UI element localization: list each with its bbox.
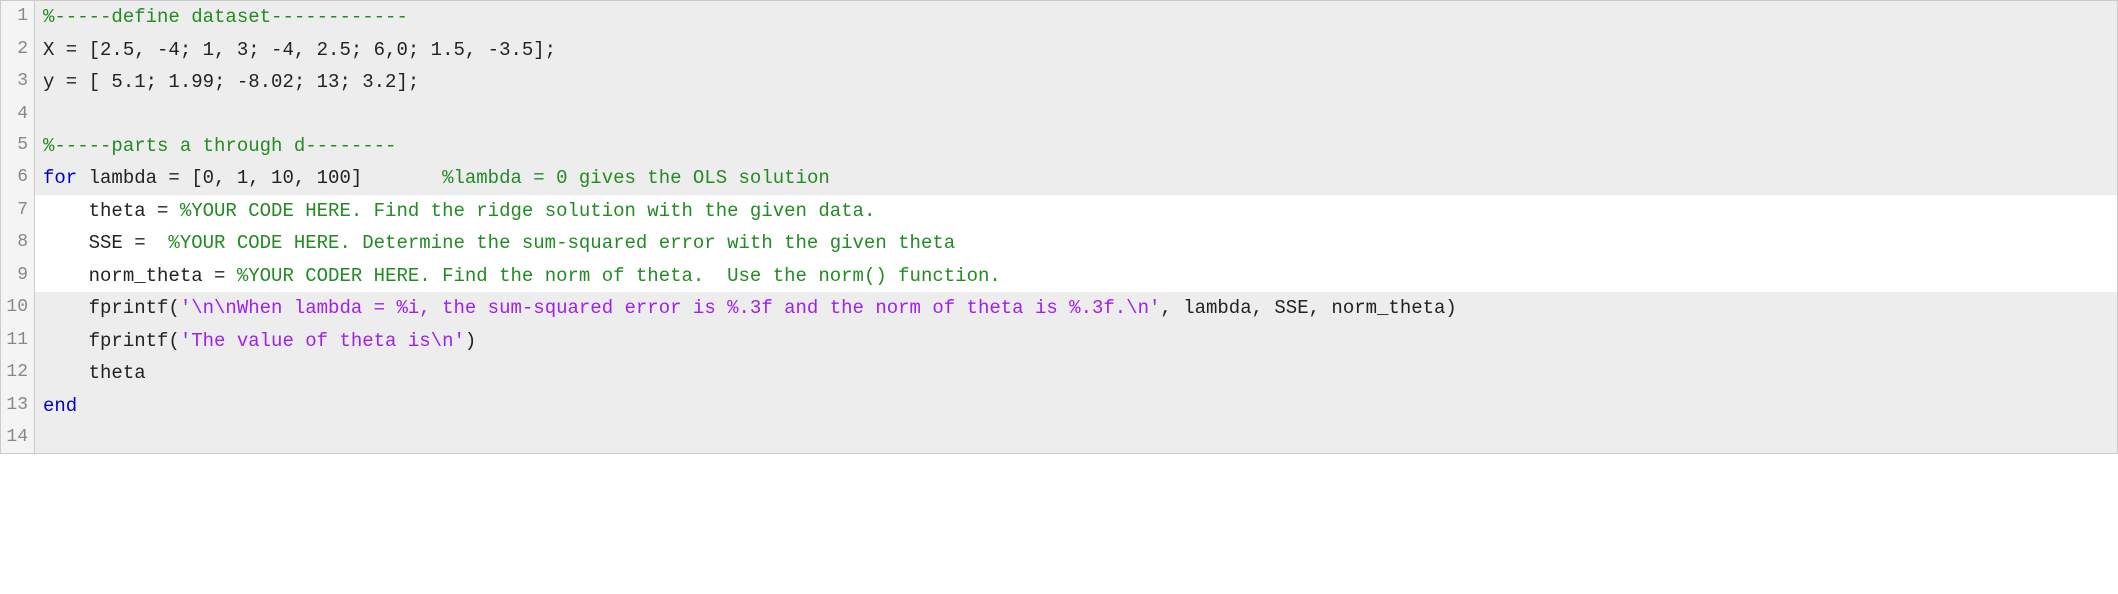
line-number: 11 [1,325,35,358]
code-line: 6for lambda = [0, 1, 10, 100] %lambda = … [1,162,2118,195]
code-content: y = [ 5.1; 1.99; -8.02; 13; 3.2]; [35,66,2118,99]
code-line: 13 end [1,390,2118,423]
code-line: 3 y = [ 5.1; 1.99; -8.02; 13; 3.2]; [1,66,2118,99]
line-number: 14 [1,422,35,454]
code-content: SSE = %YOUR CODE HERE. Determine the sum… [35,227,2118,260]
code-line: 4 [1,99,2118,130]
line-number: 13 [1,390,35,423]
line-number: 9 [1,260,35,293]
code-token: lambda = [0, 1, 10, 100] [89,167,442,189]
code-token: , lambda, SSE, norm_theta) [1160,297,1456,319]
line-number: 8 [1,227,35,260]
code-token: %YOUR CODE HERE. Determine the sum-squar… [168,232,955,254]
code-token: theta = [43,200,180,222]
code-content [35,422,2118,454]
code-token: for [43,167,89,189]
code-token: X = [2.5, -4; 1, 3; -4, 2.5; 6,0; 1.5, -… [43,39,556,61]
code-content: for lambda = [0, 1, 10, 100] %lambda = 0… [35,162,2118,195]
code-line: 14 [1,422,2118,454]
code-token: %-----define dataset------------ [43,6,408,28]
code-token: %-----parts a through d-------- [43,135,396,157]
code-line: 7 theta = %YOUR CODE HERE. Find the ridg… [1,195,2118,228]
line-number: 4 [1,99,35,130]
code-token: 'The value of theta is\n' [180,330,465,352]
code-content: fprintf('The value of theta is\n') [35,325,2118,358]
code-token: %lambda = 0 gives the OLS solution [442,167,830,189]
line-number: 12 [1,357,35,390]
line-number: 2 [1,34,35,67]
line-number: 7 [1,195,35,228]
line-number: 5 [1,130,35,163]
code-line: 5 %-----parts a through d-------- [1,130,2118,163]
code-token: fprintf( [43,297,180,319]
code-token: ) [465,330,476,352]
code-line: 1 %-----define dataset------------ [1,1,2118,34]
code-content: end [35,390,2118,423]
code-content: norm_theta = %YOUR CODER HERE. Find the … [35,260,2118,293]
code-content: theta = %YOUR CODE HERE. Find the ridge … [35,195,2118,228]
code-line: 9 norm_theta = %YOUR CODER HERE. Find th… [1,260,2118,293]
line-number: 10 [1,292,35,325]
code-content: X = [2.5, -4; 1, 3; -4, 2.5; 6,0; 1.5, -… [35,34,2118,67]
code-line: 12 theta [1,357,2118,390]
code-token: y = [ 5.1; 1.99; -8.02; 13; 3.2]; [43,71,419,93]
line-number: 3 [1,66,35,99]
code-token: fprintf( [43,330,180,352]
code-block: 1 %-----define dataset------------ 2 X = [2… [0,0,2118,454]
code-token: norm_theta = [43,265,237,287]
code-token: SSE = [43,232,168,254]
code-content [35,99,2118,130]
code-line: 10 fprintf('\n\nWhen lambda = %i, the su… [1,292,2118,325]
code-token: theta [43,362,146,384]
code-token: end [43,395,77,417]
code-token: %YOUR CODER HERE. Find the norm of theta… [237,265,1001,287]
code-line: 2 X = [2.5, -4; 1, 3; -4, 2.5; 6,0; 1.5, … [1,34,2118,67]
line-number: 6 [1,162,35,195]
code-content: theta [35,357,2118,390]
code-content: %-----define dataset------------ [35,1,2118,34]
code-token: %YOUR CODE HERE. Find the ridge solution… [180,200,876,222]
code-content: %-----parts a through d-------- [35,130,2118,163]
code-line: 11 fprintf('The value of theta is\n') [1,325,2118,358]
code-line: 8 SSE = %YOUR CODE HERE. Determine the s… [1,227,2118,260]
line-number: 1 [1,1,35,34]
code-token: '\n\nWhen lambda = %i, the sum-squared e… [180,297,1161,319]
code-content: fprintf('\n\nWhen lambda = %i, the sum-s… [35,292,2118,325]
